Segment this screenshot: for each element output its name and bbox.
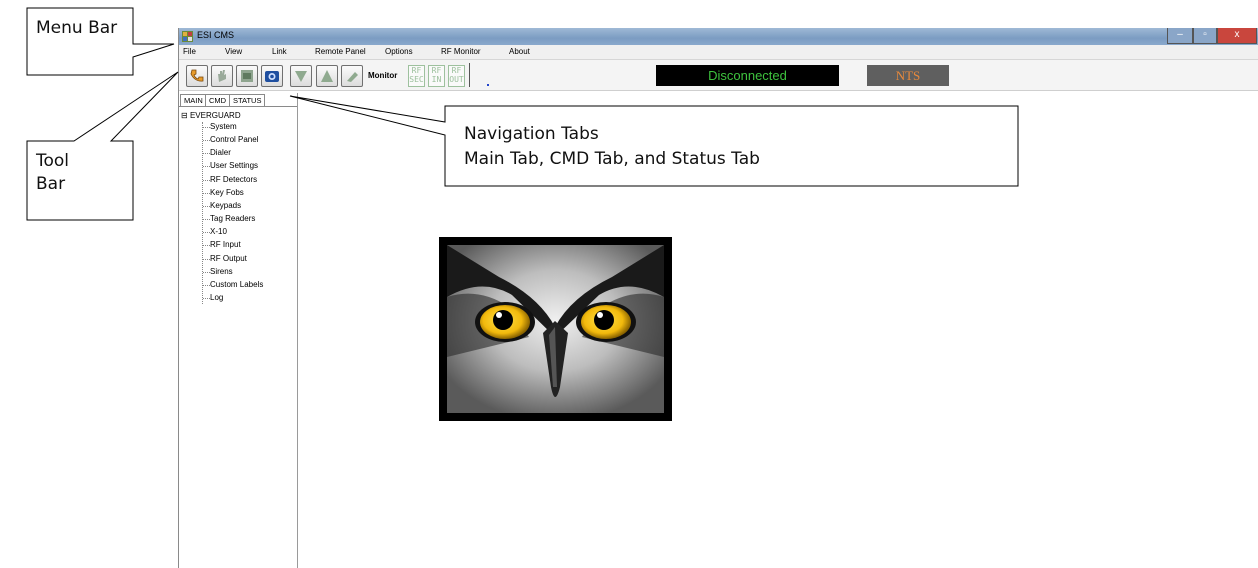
nts-indicator: NTS [867,65,949,86]
rf-sec-top: RF [411,66,422,75]
tree-item[interactable]: Dialer [210,148,231,157]
rf-out-top: RF [451,66,462,75]
tree-item[interactable]: RF Input [210,240,241,249]
camera-icon [265,71,279,82]
eraser-icon [347,72,358,82]
menu-options[interactable]: Options [385,47,413,56]
tab-status[interactable]: STATUS [229,94,266,106]
tree-root-label: EVERGUARD [189,111,241,120]
app-window: ESI CMS – ▫ x File View Link Remote Pane… [178,28,1258,568]
tree-branch [203,271,210,273]
up-arrow-icon [321,70,333,82]
tree-connector [202,122,203,304]
menu-rf-monitor[interactable]: RF Monitor [441,47,481,56]
connect-button[interactable] [186,65,208,87]
tab-cmd[interactable]: CMD [205,94,231,106]
menu-remote-panel[interactable]: Remote Panel [315,47,366,56]
tree-item[interactable]: User Settings [210,161,258,170]
download-button[interactable] [290,65,312,87]
tree-branch [203,245,210,247]
camera-button[interactable] [261,65,283,87]
minimize-button[interactable]: – [1167,28,1193,44]
toolbar-divider [469,63,470,87]
phone-icon [190,69,204,82]
tree-branch [203,153,210,155]
title-bar: ESI CMS – ▫ x [179,28,1258,45]
tree-branch [203,140,210,142]
rf-sec-bottom: SEC [409,75,424,84]
tab-divider [179,106,297,107]
navigation-tabs-callout-desc: Main Tab, CMD Tab, and Status Tab [464,149,760,169]
monitor-label: Monitor [368,71,398,80]
menu-file[interactable]: File [183,47,196,56]
collapse-icon[interactable]: ⊟ [181,111,188,120]
rf-sec-button[interactable]: RF SEC [408,65,425,87]
menu-link[interactable]: Link [272,47,287,56]
navigation-tabs-callout-title: Navigation Tabs [464,124,599,144]
tree-root[interactable]: ⊟ EVERGUARD [181,111,241,120]
tree-item[interactable]: Sirens [210,267,233,276]
disconnect-button[interactable] [211,65,233,87]
rf-in-bottom: IN [431,75,442,84]
status-dot [487,84,489,86]
tree-branch [203,284,210,286]
tree-branch [203,232,210,234]
navigation-pane: MAIN CMD STATUS ⊟ EVERGUARD System Contro… [179,93,298,568]
owl-logo [439,237,672,421]
tree-item[interactable]: RF Output [210,254,247,263]
rf-out-bottom: OUT [449,75,464,84]
rf-in-top: RF [431,66,442,75]
connection-status: Disconnected [656,65,839,86]
tree-item[interactable]: Key Fobs [210,188,244,197]
tree-branch [203,258,210,260]
tool-bar-callout-text: Tool Bar [36,151,70,194]
tree-item[interactable]: Keypads [210,201,241,210]
tree-item[interactable]: System [210,122,237,131]
erase-button[interactable] [341,65,363,87]
menu-view[interactable]: View [225,47,242,56]
tool-bar-callout-box [26,71,179,221]
menu-bar: File View Link Remote Panel Options RF M… [179,45,1258,60]
tree-branch [203,166,210,168]
tree-item[interactable]: Log [210,293,223,302]
rf-in-button[interactable]: RF IN [428,65,445,87]
down-arrow-icon [295,71,307,82]
close-button[interactable]: x [1217,28,1257,44]
window-title: ESI CMS [197,30,235,40]
tree-branch [203,179,210,181]
upload-button[interactable] [316,65,338,87]
tree-branch [203,192,210,194]
tree-item[interactable]: RF Detectors [210,175,257,184]
tree-branch [203,127,210,128]
panel-button[interactable] [236,65,258,87]
tree-branch [203,297,210,299]
menu-about[interactable]: About [509,47,530,56]
tree-item[interactable]: Tag Readers [210,214,255,223]
maximize-button[interactable]: ▫ [1193,28,1217,44]
tool-bar: Monitor RF SEC RF IN RF OUT Disconnected NT… [179,60,1258,91]
tree-item[interactable]: Custom Labels [210,280,263,289]
hand-icon [218,70,226,82]
tree-branch [203,205,210,207]
rf-out-button[interactable]: RF OUT [448,65,465,87]
menu-bar-callout-text: Menu Bar [36,18,118,38]
tree-item[interactable]: X-10 [210,227,227,236]
tree-branch [203,219,210,221]
tree-item[interactable]: Control Panel [210,135,258,144]
panel-icon [241,70,253,82]
app-icon [182,31,193,42]
